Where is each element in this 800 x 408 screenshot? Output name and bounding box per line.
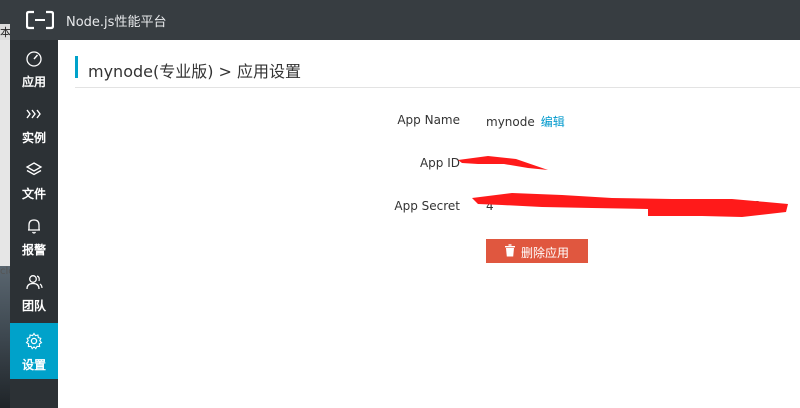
sidebar-item-instance[interactable]: 实例 bbox=[10, 96, 58, 152]
sidebar-item-label: 文件 bbox=[21, 187, 46, 201]
sidebar-item-label: 设置 bbox=[21, 358, 46, 372]
app-name-value-row: mynode 编辑 bbox=[486, 113, 565, 130]
sidebar-item-label: 团队 bbox=[21, 299, 46, 313]
top-bar: Node.js性能平台 bbox=[0, 0, 800, 40]
sidebar-item-label: 实例 bbox=[21, 131, 46, 145]
title-accent-bar bbox=[75, 56, 78, 78]
sidebar-item-team[interactable]: 团队 bbox=[10, 264, 58, 320]
speedometer-icon bbox=[26, 51, 42, 67]
main-content: mynode(专业版) > 应用设置 App Name mynode 编辑 App… bbox=[58, 40, 800, 408]
app-name-label: App Name bbox=[397, 113, 460, 127]
sidebar-item-alarm[interactable]: 报警 bbox=[10, 208, 58, 264]
sidebar-item-settings[interactable]: 设置 bbox=[10, 323, 58, 379]
app-secret-label: App Secret bbox=[394, 199, 460, 213]
title-divider bbox=[75, 87, 800, 88]
sidebar-item-app[interactable]: 应用 bbox=[10, 40, 58, 96]
background-window bbox=[0, 40, 10, 408]
sidebar-item-label: 应用 bbox=[21, 75, 46, 89]
sidebar-item-label: 报警 bbox=[21, 243, 46, 257]
chevrons-right-icon bbox=[26, 109, 41, 119]
app-name-value: mynode bbox=[486, 115, 535, 129]
trash-icon bbox=[505, 244, 515, 257]
background-window-text: 本 bbox=[0, 24, 10, 40]
redaction-mark-app-id bbox=[458, 156, 548, 170]
page-title: mynode(专业版) > 应用设置 bbox=[88, 62, 302, 81]
bell-icon bbox=[28, 219, 40, 234]
delete-app-button[interactable]: 删除应用 bbox=[486, 239, 588, 263]
gear-icon bbox=[25, 332, 43, 350]
sidebar-item-files[interactable]: 文件 bbox=[10, 152, 58, 208]
users-icon bbox=[26, 275, 43, 290]
background-window-label: clc bbox=[0, 266, 10, 277]
brand-title[interactable]: Node.js性能平台 bbox=[66, 11, 166, 30]
aliyun-logo-icon[interactable] bbox=[26, 10, 54, 30]
app-id-label: App ID bbox=[419, 156, 460, 170]
delete-app-label: 删除应用 bbox=[521, 246, 570, 260]
redaction-mark-app-secret bbox=[472, 193, 788, 217]
sidebar: 应用 实例 文件 报警 团队 设置 bbox=[10, 40, 58, 408]
edit-app-name-link[interactable]: 编辑 bbox=[541, 115, 565, 129]
layers-icon bbox=[25, 162, 43, 176]
